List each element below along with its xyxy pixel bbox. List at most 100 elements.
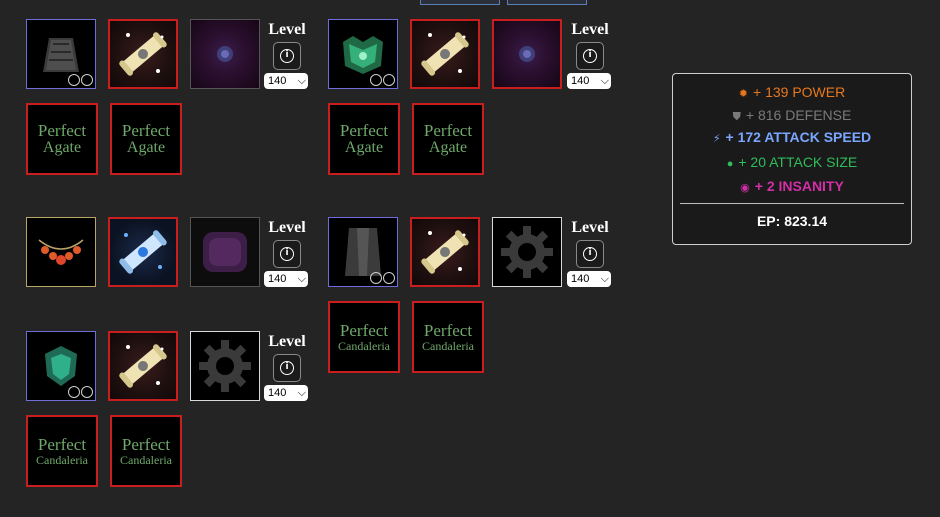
info-button[interactable]: i <box>576 42 604 70</box>
perfect-gem-slot[interactable]: Perfect Candaleria <box>26 415 98 487</box>
perfect-gem-slot[interactable]: Perfect Agate <box>110 103 182 175</box>
level-select-value: 140 <box>268 387 287 399</box>
stat-defense-text: + 816 DEFENSE <box>745 107 852 123</box>
scroll-item-slot[interactable] <box>108 19 178 89</box>
level-control: Level i 140 ⌵ <box>264 219 310 287</box>
scroll-icon <box>119 32 167 76</box>
level-select-value: 140 <box>268 273 287 285</box>
info-icon: i <box>280 247 294 261</box>
perfect-gem-slot[interactable]: Perfect Agate <box>412 103 484 175</box>
gem-name: Candaleria <box>120 452 172 467</box>
stats-panel: ✹ + 139 POWER ⛊ + 816 DEFENSE ⚡ + 172 ATTAC… <box>672 73 912 245</box>
chevron-down-icon: ⌵ <box>600 272 609 285</box>
perfect-label: Perfect <box>423 320 473 340</box>
rune-item-slot[interactable] <box>190 19 260 89</box>
level-select-value: 140 <box>571 273 590 285</box>
level-label: Level <box>571 21 609 38</box>
perfect-gem-slot[interactable]: Perfect Agate <box>328 103 400 175</box>
info-button[interactable]: i <box>273 240 301 268</box>
top-tab-1[interactable] <box>420 0 500 5</box>
cape-item-slot[interactable] <box>26 19 96 89</box>
perfect-gem-slot[interactable]: Perfect Agate <box>26 103 98 175</box>
perfect-label: Perfect <box>423 120 473 140</box>
info-icon: i <box>583 49 597 63</box>
level-select[interactable]: 140 ⌵ <box>264 385 308 401</box>
socket-rings <box>370 272 395 284</box>
perfect-gem-slot[interactable]: Perfect Candaleria <box>412 301 484 373</box>
scroll-icon <box>119 344 167 388</box>
gem-name: Agate <box>42 138 82 156</box>
stat-power: ✹ + 139 POWER <box>673 84 911 102</box>
rune-item-slot[interactable] <box>190 217 260 287</box>
gem-name: Agate <box>428 138 468 156</box>
armor-item-slot[interactable] <box>328 19 398 89</box>
stat-power-text: + 139 POWER <box>753 84 846 100</box>
gear-icon <box>199 340 251 392</box>
stat-attack-speed-text: + 172 ATTACK SPEED <box>725 129 872 145</box>
level-select-value: 140 <box>571 75 590 87</box>
purple-mist-icon <box>203 232 247 272</box>
gem-name: Candaleria <box>422 338 474 353</box>
scroll-item-slot[interactable] <box>108 331 178 401</box>
stat-insanity: ◉ + 2 INSANITY <box>673 178 911 196</box>
empty-rune-slot[interactable] <box>492 217 562 287</box>
gem-name: Agate <box>126 138 166 156</box>
helmet-item-slot[interactable] <box>26 331 96 401</box>
level-select[interactable]: 140 ⌵ <box>567 73 611 89</box>
level-label: Level <box>268 219 306 236</box>
info-icon: i <box>280 49 294 63</box>
ep-value: EP: 823.14 <box>756 213 828 229</box>
star-icon: ✹ <box>738 88 748 100</box>
perfect-label: Perfect <box>339 320 389 340</box>
gem-name: Candaleria <box>36 452 88 467</box>
necklace-item-slot[interactable] <box>26 217 96 287</box>
blue-scroll-icon <box>119 230 167 274</box>
level-label: Level <box>571 219 609 236</box>
empty-rune-slot[interactable] <box>190 331 260 401</box>
stat-attack-size: ● + 20 ATTACK SIZE <box>673 154 911 172</box>
info-button[interactable]: i <box>273 354 301 382</box>
info-button[interactable]: i <box>273 42 301 70</box>
perfect-label: Perfect <box>37 434 87 454</box>
chevron-down-icon: ⌵ <box>297 386 306 399</box>
rune-item-slot[interactable] <box>492 19 562 89</box>
scroll-icon <box>421 32 469 76</box>
gear-icon <box>501 226 553 278</box>
stat-insanity-text: + 2 INSANITY <box>754 178 844 194</box>
eye-icon: ◉ <box>740 182 750 194</box>
level-label: Level <box>268 21 306 38</box>
necklace-icon <box>38 239 84 265</box>
socket-rings <box>68 386 93 398</box>
orb-icon <box>519 46 535 62</box>
scroll-item-slot[interactable] <box>410 19 480 89</box>
level-select[interactable]: 140 ⌵ <box>567 271 611 287</box>
robe-item-slot[interactable] <box>328 217 398 287</box>
chevron-down-icon: ⌵ <box>600 74 609 87</box>
top-tab-2[interactable] <box>507 0 587 5</box>
speed-icon: ⚡ <box>712 133 721 145</box>
perfect-gem-slot[interactable]: Perfect Candaleria <box>110 415 182 487</box>
planet-icon: ● <box>726 158 734 170</box>
level-control: Level i 140 ⌵ <box>264 333 310 401</box>
stat-attack-speed: ⚡ + 172 ATTACK SPEED <box>673 129 911 147</box>
shield-icon: ⛊ <box>732 111 741 123</box>
gem-name: Agate <box>344 138 384 156</box>
scroll-item-slot[interactable] <box>410 217 480 287</box>
level-select[interactable]: 140 ⌵ <box>264 271 308 287</box>
divider <box>680 203 904 204</box>
orb-icon <box>217 46 233 62</box>
info-button[interactable]: i <box>576 240 604 268</box>
gem-name: Candaleria <box>338 338 390 353</box>
perfect-label: Perfect <box>37 120 87 140</box>
perfect-gem-slot[interactable]: Perfect Candaleria <box>328 301 400 373</box>
level-select-value: 140 <box>268 75 287 87</box>
level-select[interactable]: 140 ⌵ <box>264 73 308 89</box>
scroll-item-slot[interactable] <box>108 217 178 287</box>
scroll-icon <box>421 230 469 274</box>
level-control: Level i 140 ⌵ <box>567 21 613 89</box>
stat-defense: ⛊ + 816 DEFENSE <box>673 107 911 125</box>
stat-attack-size-text: + 20 ATTACK SIZE <box>738 154 858 170</box>
level-label: Level <box>268 333 306 350</box>
perfect-label: Perfect <box>339 120 389 140</box>
perfect-label: Perfect <box>121 120 171 140</box>
